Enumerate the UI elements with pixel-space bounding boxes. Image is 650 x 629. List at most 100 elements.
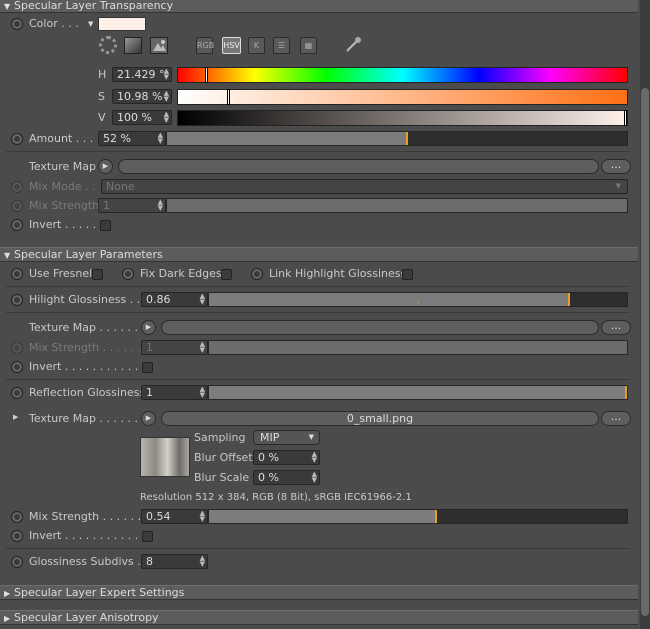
mix-strength-input[interactable]: 1 ▲ ▼: [141, 340, 208, 355]
invert-radio[interactable]: [11, 530, 23, 542]
saturation-slider-handle[interactable]: [227, 89, 230, 105]
texture-map-more-button[interactable]: ...: [601, 320, 631, 335]
glossiness-subdivs-input[interactable]: 8 ▲ ▼: [141, 554, 208, 569]
texture-map-file-field[interactable]: 0_small.png: [161, 411, 599, 426]
mix-strength-radio[interactable]: [11, 511, 23, 523]
reflection-glossiness-slider-handle[interactable]: [625, 386, 627, 399]
gradient-square-icon[interactable]: [124, 37, 142, 54]
amount-input[interactable]: 52 % ▲ ▼: [98, 131, 166, 146]
section-header-parameters[interactable]: ▼ Specular Layer Parameters: [0, 247, 638, 262]
spinner-arrows-icon[interactable]: ▲ ▼: [200, 341, 205, 354]
reflection-glossiness-label: Reflection Glossiness: [29, 386, 146, 399]
hue-input[interactable]: 21.429 ° ▲ ▼: [112, 67, 172, 82]
hilight-glossiness-slider-fill: [209, 293, 569, 306]
spinner-arrows-icon[interactable]: ▲ ▼: [164, 68, 169, 81]
value-input[interactable]: 100 % ▲ ▼: [112, 110, 172, 125]
mix-mode-select[interactable]: None ▼: [101, 179, 628, 194]
kelvin-mode-button[interactable]: K: [248, 37, 265, 54]
hue-slider-handle[interactable]: [205, 67, 208, 83]
color-dropdown-arrow-icon[interactable]: ▼: [88, 20, 93, 28]
glossiness-subdivs-label: Glossiness Subdivs . .: [29, 555, 148, 568]
link-highlight-checkbox[interactable]: [402, 269, 413, 280]
invert-radio[interactable]: [11, 361, 23, 373]
fix-dark-edges-radio[interactable]: [122, 268, 134, 280]
saturation-slider[interactable]: [177, 89, 628, 105]
blur-scale-input[interactable]: 0 % ▲ ▼: [253, 470, 320, 485]
spinner-arrows-icon[interactable]: ▲ ▼: [200, 555, 205, 568]
rgb-mode-button[interactable]: RGB: [196, 37, 214, 54]
spinner-arrows-icon[interactable]: ▲ ▼: [158, 132, 163, 145]
texture-map-arrow-button[interactable]: ▶: [141, 411, 156, 426]
texture-map-arrow-button[interactable]: ▶: [141, 320, 156, 335]
spinner-arrows-icon[interactable]: ▲ ▼: [164, 111, 169, 124]
mix-strength-slider[interactable]: [208, 340, 628, 355]
mix-strength-label: Mix Strength . . . . . . .: [29, 510, 149, 523]
spinner-arrows-icon[interactable]: ▲ ▼: [312, 451, 317, 464]
section-header-transparency[interactable]: ▼ Specular Layer Transparency: [0, 0, 638, 13]
mix-strength-radio[interactable]: [11, 342, 23, 354]
mix-strength-slider[interactable]: [166, 198, 628, 213]
texture-map-more-button[interactable]: ...: [601, 411, 631, 426]
texture-map-field[interactable]: [161, 320, 599, 335]
spinner-arrows-icon[interactable]: ▲ ▼: [158, 199, 163, 212]
reflection-glossiness-radio[interactable]: [11, 387, 23, 399]
hue-slider[interactable]: [177, 67, 628, 83]
texture-map-more-button[interactable]: ...: [601, 159, 631, 174]
hilight-glossiness-input[interactable]: 0.86 ▲ ▼: [141, 292, 208, 307]
amount-slider-handle[interactable]: [406, 132, 409, 145]
mix-strength-slider[interactable]: [208, 509, 628, 524]
color-swatch[interactable]: [98, 17, 146, 31]
fix-dark-edges-checkbox[interactable]: [221, 269, 232, 280]
amount-radio[interactable]: [11, 133, 23, 145]
eyedropper-icon[interactable]: [344, 36, 362, 54]
use-fresnel-radio[interactable]: [11, 268, 23, 280]
spinner-arrows-icon[interactable]: ▲ ▼: [200, 510, 205, 523]
invert-checkbox[interactable]: [100, 220, 111, 231]
value-slider-handle[interactable]: [624, 110, 627, 126]
hilight-glossiness-slider[interactable]: [208, 292, 628, 307]
invert-radio[interactable]: [11, 219, 23, 231]
amount-slider[interactable]: [166, 131, 628, 146]
invert-checkbox[interactable]: [142, 362, 153, 373]
texture-map-arrow-button[interactable]: ▶: [98, 159, 113, 174]
blur-offset-input[interactable]: 0 % ▲ ▼: [253, 450, 320, 465]
color-wheel-icon[interactable]: [99, 36, 117, 54]
value-slider[interactable]: [177, 110, 628, 126]
spinner-arrows-icon[interactable]: ▲ ▼: [312, 471, 317, 484]
reflection-glossiness-slider-fill: [209, 386, 627, 399]
mix-strength-radio[interactable]: [11, 200, 23, 212]
color-radio[interactable]: [11, 18, 23, 30]
link-highlight-label: Link Highlight Glossiness: [269, 267, 407, 280]
link-highlight-radio[interactable]: [251, 268, 263, 280]
section-header-anisotropy[interactable]: ▶ Specular Layer Anisotropy: [0, 610, 638, 625]
mix-strength-input[interactable]: 0.54 ▲ ▼: [141, 509, 208, 524]
mix-mode-radio[interactable]: [11, 181, 23, 193]
s-label: S: [98, 90, 105, 103]
spinner-arrows-icon[interactable]: ▲ ▼: [200, 386, 205, 399]
h-label: H: [98, 68, 107, 81]
vertical-scrollbar[interactable]: [640, 0, 650, 629]
fix-dark-edges-label: Fix Dark Edges: [140, 267, 222, 280]
hilight-glossiness-radio[interactable]: [11, 294, 23, 306]
use-fresnel-checkbox[interactable]: [92, 269, 103, 280]
sampling-select[interactable]: MIP ▼: [253, 430, 320, 445]
spinner-arrows-icon[interactable]: ▲ ▼: [200, 293, 205, 306]
texture-map-field[interactable]: [118, 159, 599, 174]
hsv-mode-button[interactable]: HSV: [222, 37, 241, 54]
section-header-expert[interactable]: ▶ Specular Layer Expert Settings: [0, 585, 638, 600]
glossiness-subdivs-radio[interactable]: [11, 556, 23, 568]
sliders-mode-icon[interactable]: ☰: [273, 37, 290, 54]
image-picker-icon[interactable]: [150, 37, 168, 54]
invert-checkbox[interactable]: [142, 531, 153, 542]
hilight-glossiness-slider-handle[interactable]: [568, 293, 571, 306]
scrollbar-thumb[interactable]: [641, 88, 649, 616]
saturation-input[interactable]: 10.98 % ▲ ▼: [112, 89, 172, 104]
spinner-arrows-icon[interactable]: ▲ ▼: [164, 90, 169, 103]
mix-strength-slider-handle[interactable]: [434, 510, 437, 523]
mix-strength-input[interactable]: 1 ▲ ▼: [98, 198, 166, 213]
swatches-mode-icon[interactable]: ▦: [300, 37, 317, 54]
reflection-glossiness-input[interactable]: 1 ▲ ▼: [141, 385, 208, 400]
amount-label: Amount . . . .: [29, 132, 101, 145]
reflection-glossiness-slider[interactable]: [208, 385, 628, 400]
expand-triangle-icon[interactable]: ▶: [13, 413, 18, 421]
